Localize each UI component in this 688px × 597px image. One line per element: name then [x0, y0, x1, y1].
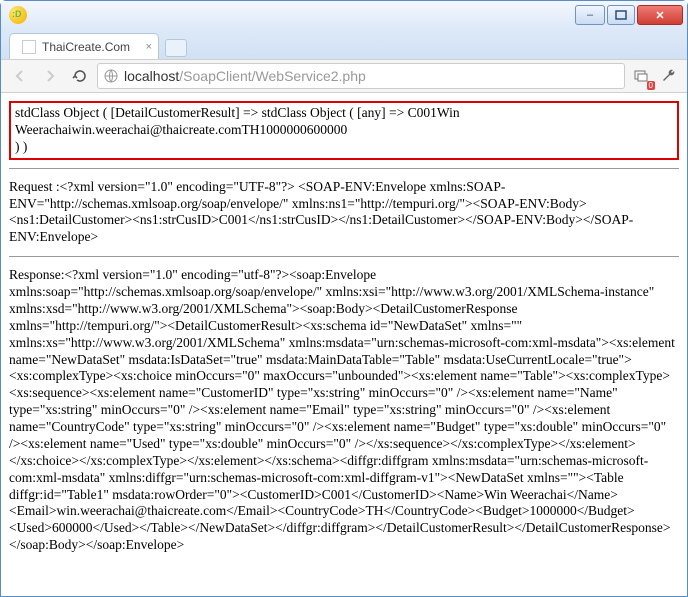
- reload-button[interactable]: [67, 63, 93, 89]
- maximize-icon: [615, 9, 627, 21]
- tab-title: ThaiCreate.Com: [42, 40, 130, 54]
- address-bar[interactable]: localhost/SoapClient/WebService2.php: [97, 63, 625, 89]
- toolbar: localhost/SoapClient/WebService2.php 0: [1, 59, 687, 93]
- close-icon: ✕: [655, 9, 664, 22]
- highlighted-output: stdClass Object ( [DetailCustomerResult]…: [9, 101, 679, 160]
- window-controls: – ✕: [575, 5, 683, 25]
- new-tab-button[interactable]: [165, 39, 187, 57]
- app-icon: [9, 6, 27, 24]
- minimize-icon: –: [587, 9, 593, 21]
- output-line-1: stdClass Object ( [DetailCustomerResult]…: [15, 105, 673, 122]
- globe-icon: [104, 69, 118, 83]
- browser-window: – ✕ ThaiCreate.Com × local: [0, 0, 688, 597]
- popup-blocker-button[interactable]: 0: [629, 64, 653, 88]
- forward-icon: [42, 68, 58, 84]
- titlebar[interactable]: – ✕: [1, 1, 687, 29]
- output-line-2: Weerachaiwin.weerachai@thaicreate.comTH1…: [15, 122, 673, 139]
- close-button[interactable]: ✕: [637, 5, 683, 25]
- url-host: localhost: [124, 68, 179, 84]
- wrench-button[interactable]: [657, 64, 681, 88]
- reload-icon: [72, 68, 88, 84]
- minimize-button[interactable]: –: [575, 5, 605, 25]
- tab-close-icon[interactable]: ×: [146, 41, 152, 53]
- tab-strip: ThaiCreate.Com ×: [1, 29, 687, 59]
- url-path: /SoapClient/WebService2.php: [179, 68, 366, 84]
- divider: [9, 256, 679, 257]
- response-block: Response:<?xml version="1.0" encoding="u…: [9, 267, 679, 554]
- output-line-3: ) ): [15, 139, 673, 156]
- forward-button[interactable]: [37, 63, 63, 89]
- back-icon: [12, 68, 28, 84]
- wrench-icon: [661, 68, 677, 84]
- divider: [9, 168, 679, 169]
- favicon-icon: [22, 40, 36, 54]
- request-block: Request :<?xml version="1.0" encoding="U…: [9, 179, 679, 247]
- popup-badge: 0: [647, 81, 655, 90]
- tab-active[interactable]: ThaiCreate.Com ×: [9, 33, 159, 59]
- back-button[interactable]: [7, 63, 33, 89]
- page-content: stdClass Object ( [DetailCustomerResult]…: [1, 93, 687, 596]
- maximize-button[interactable]: [607, 5, 635, 25]
